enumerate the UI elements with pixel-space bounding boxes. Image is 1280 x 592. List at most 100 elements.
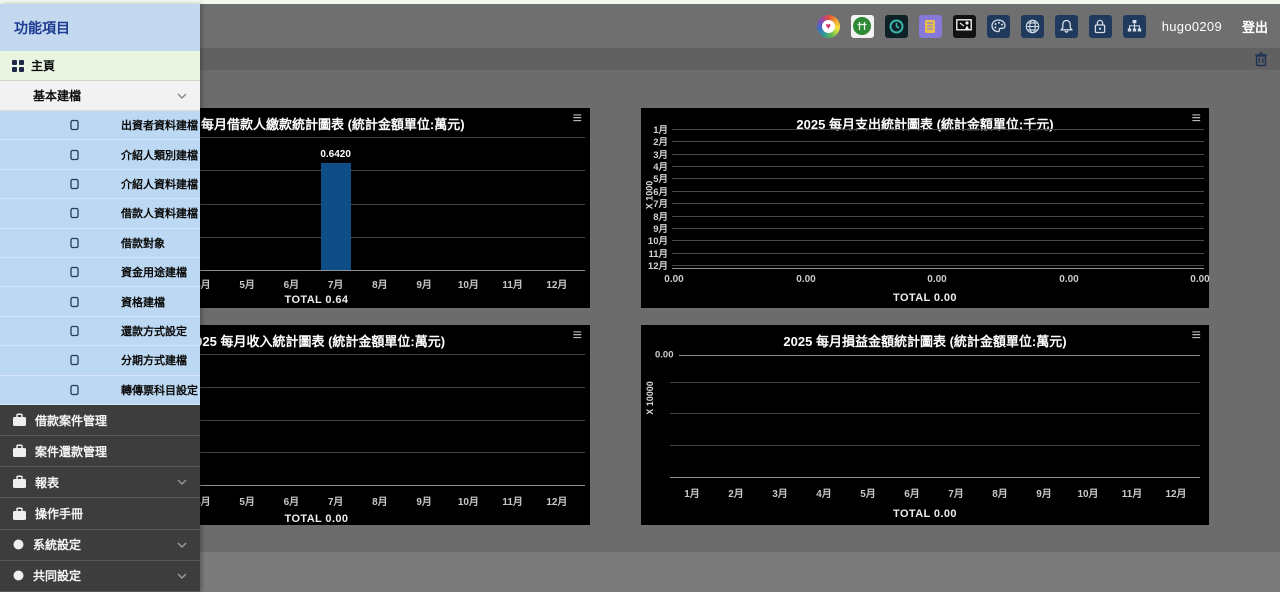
scroll-icon[interactable]: [919, 15, 942, 38]
x-tick-label: 0.00: [1059, 274, 1078, 285]
sidebar-item-home[interactable]: 主頁: [0, 51, 200, 81]
bar-value-label: 0.6420: [320, 149, 351, 160]
chart-menu-icon[interactable]: ≡: [573, 111, 582, 127]
chevron-down-icon: [177, 542, 187, 548]
chevron-down-icon: [177, 93, 187, 99]
gridline: [670, 445, 1200, 446]
x-axis-line: [670, 477, 1200, 478]
gridline: [672, 265, 1204, 266]
x-tick-label: 0.00: [664, 274, 683, 285]
circle-icon: [12, 569, 25, 582]
gridline: [670, 413, 1200, 414]
bell-icon[interactable]: [1055, 15, 1078, 38]
sidebar-subitem-label: 分期方式建檔: [121, 352, 187, 368]
username-label: hugo0209: [1162, 19, 1222, 34]
chart-total-label: TOTAL 0.00: [641, 508, 1209, 520]
square-outline-icon: [70, 207, 79, 219]
sidebar-subitem-label: 借款對象: [121, 235, 165, 251]
x-tick-label: 7月: [314, 493, 358, 508]
sidebar-subitem-label: 介紹人類別建檔: [121, 147, 198, 163]
sidebar-item-案件還款管理[interactable]: 案件還款管理: [0, 436, 200, 467]
sidebar-subitem[interactable]: 介紹人資料建檔: [0, 170, 200, 199]
sidebar-group-basic[interactable]: 基本建檔: [0, 81, 200, 111]
palette-icon[interactable]: [987, 15, 1010, 38]
x-tick-label: 8月: [358, 493, 402, 508]
sidebar-item-label: 共同設定: [33, 567, 81, 584]
x-tick-label: 11月: [491, 493, 535, 508]
x-tick-label: 12月: [535, 276, 579, 291]
sidebar-group-label: 基本建檔: [33, 87, 81, 104]
sidebar-item-借款案件管理[interactable]: 借款案件管理: [0, 405, 200, 436]
square-outline-icon: [70, 119, 79, 131]
sidebar-main-menu: 借款案件管理案件還款管理報表操作手冊系統設定共同設定: [0, 405, 200, 592]
sidebar-subitem-label: 出資者資料建檔: [121, 117, 198, 133]
sidebar-item-共同設定[interactable]: 共同設定: [0, 561, 200, 592]
sidebar-subitem[interactable]: 還款方式設定: [0, 317, 200, 346]
x-axis-labels: 1月2月3月4月5月6月7月8月9月10月11月12月: [670, 485, 1198, 500]
square-outline-icon: [70, 266, 79, 278]
sidebar-subitem[interactable]: 轉傳票科目設定: [0, 376, 200, 405]
sidebar-item-label: 操作手冊: [35, 505, 83, 522]
sidebar-item-操作手冊[interactable]: 操作手冊: [0, 498, 200, 529]
bank-logo-icon[interactable]: [851, 15, 874, 38]
x-tick-label: 7月: [314, 276, 358, 291]
x-tick-label: 5月: [225, 493, 269, 508]
sidebar-subitem[interactable]: 介紹人類別建檔: [0, 140, 200, 169]
sidebar-subitem-label: 轉傳票科目設定: [121, 382, 198, 398]
sidebar-item-報表[interactable]: 報表: [0, 467, 200, 498]
y-axis-unit-label: X 1000: [644, 181, 654, 210]
sidebar-subitem[interactable]: 分期方式建檔: [0, 346, 200, 375]
gridline: [672, 154, 1204, 155]
color-wheel-logo-icon[interactable]: ♥: [817, 15, 840, 38]
trash-icon[interactable]: [1254, 52, 1268, 67]
x-tick-label: 9月: [402, 493, 446, 508]
gridline: [672, 191, 1204, 192]
x-tick-label: 8月: [978, 485, 1022, 500]
sidebar: 功能項目 主頁 基本建檔 出資者資料建檔介紹人類別建檔介紹人資料建檔借款人資料建…: [0, 4, 200, 592]
chart-menu-icon[interactable]: ≡: [1192, 111, 1201, 127]
sidebar-subitem[interactable]: 借款人資料建檔: [0, 199, 200, 228]
x-tick-label: 1月: [670, 485, 714, 500]
chart-menu-icon[interactable]: ≡: [573, 328, 582, 344]
x-tick-label: 10月: [1066, 485, 1110, 500]
x-tick-label: 12月: [535, 493, 579, 508]
gridline: [672, 203, 1204, 204]
square-outline-icon: [70, 325, 79, 337]
presentation-board-icon[interactable]: [953, 15, 976, 38]
briefcase-icon: [12, 475, 27, 489]
x-tick-label: 9月: [1022, 485, 1066, 500]
lock-icon[interactable]: [1089, 15, 1112, 38]
gridline: [672, 129, 1204, 130]
chart-menu-icon[interactable]: ≡: [1192, 328, 1201, 344]
sidebar-subitem[interactable]: 資格建檔: [0, 287, 200, 316]
chart-title: 2025 每月支出統計圖表 (統計金額單位:千元): [641, 114, 1209, 133]
sitemap-icon[interactable]: [1123, 15, 1146, 38]
clock-icon[interactable]: [885, 15, 908, 38]
circle-icon: [12, 538, 25, 551]
sidebar-subitem-label: 資格建檔: [121, 294, 165, 310]
x-tick-label: 2月: [714, 485, 758, 500]
sidebar-subitem[interactable]: 出資者資料建檔: [0, 111, 200, 140]
sidebar-item-label: 借款案件管理: [35, 412, 107, 429]
sidebar-item-系統設定[interactable]: 系統設定: [0, 530, 200, 561]
x-tick-label: 11月: [491, 276, 535, 291]
sidebar-subitem-label: 借款人資料建檔: [121, 205, 198, 221]
x-axis-line: [672, 268, 1204, 269]
x-tick-label: 10月: [446, 493, 490, 508]
chart-panel-monthly-profit: 2025 每月損益金額統計圖表 (統計金額單位:萬元)≡0.00X 100001…: [641, 325, 1209, 525]
gridline: [672, 228, 1204, 229]
sidebar-subitem[interactable]: 資金用途建檔: [0, 258, 200, 287]
x-tick-label: 9月: [402, 276, 446, 291]
sidebar-item-label: 系統設定: [33, 536, 81, 553]
gridline: [672, 141, 1204, 142]
chevron-down-icon: [177, 573, 187, 579]
sidebar-title-label: 功能項目: [14, 18, 70, 38]
logout-button[interactable]: 登出: [1242, 17, 1268, 36]
navbar-icon-group: ♥: [806, 15, 1146, 38]
x-tick-label: 5月: [846, 485, 890, 500]
globe-icon[interactable]: [1021, 15, 1044, 38]
square-outline-icon: [70, 296, 79, 308]
sidebar-subitem[interactable]: 借款對象: [0, 229, 200, 258]
sidebar-subitem-label: 還款方式設定: [121, 323, 187, 339]
zero-line: [679, 355, 1200, 356]
